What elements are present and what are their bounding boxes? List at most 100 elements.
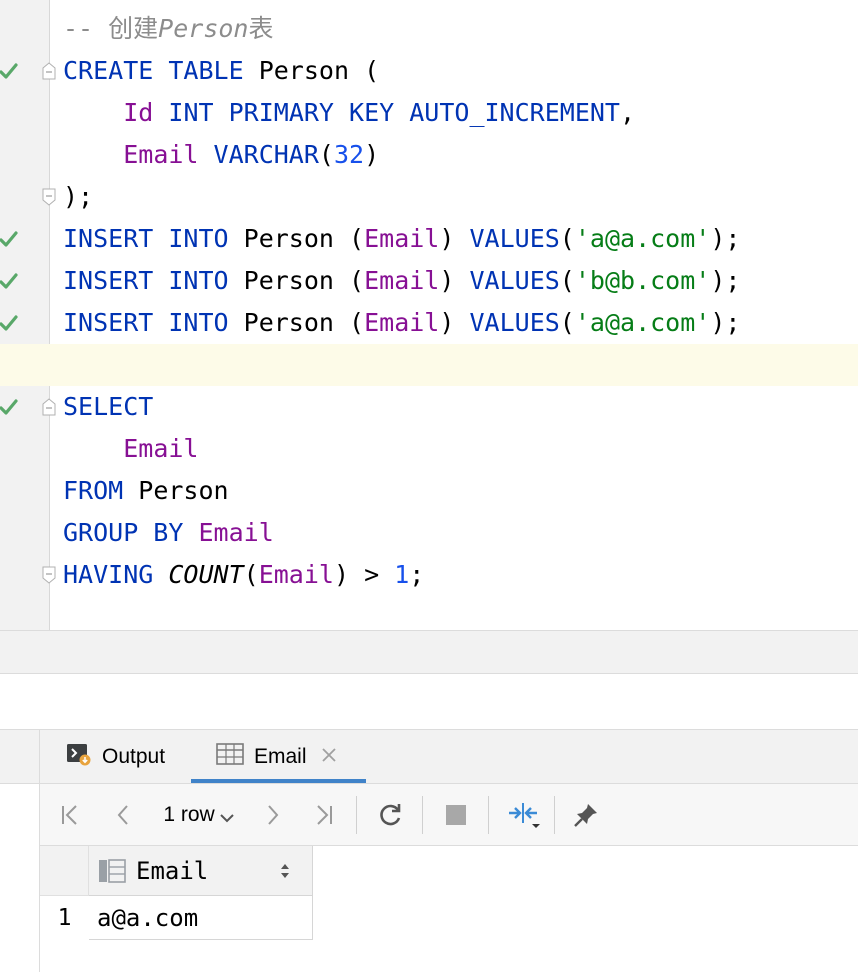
string-literal: 'a@a.com': [574, 224, 711, 253]
sql-keyword: VALUES: [469, 308, 560, 337]
statement-end: );: [63, 182, 94, 211]
code-line[interactable]: HAVING COUNT(Email) > 1;: [0, 554, 858, 596]
sql-keyword: TABLE: [168, 56, 244, 85]
code-line-empty[interactable]: [0, 344, 858, 386]
fold-end-marker-icon[interactable]: [42, 566, 56, 584]
number-literal: 32: [333, 140, 365, 169]
compare-arrows-icon[interactable]: [504, 784, 544, 845]
result-grid[interactable]: Email 1 a@a.com: [40, 846, 858, 972]
active-tab-indicator: [191, 779, 366, 783]
sql-keyword: HAVING: [63, 560, 154, 589]
toolbar-separator: [422, 796, 423, 834]
table-name: Person: [138, 476, 229, 505]
code-line[interactable]: );: [0, 176, 858, 218]
table-name: Person: [258, 56, 350, 85]
first-page-icon[interactable]: [58, 784, 84, 845]
code-line[interactable]: -- 创建Person表: [0, 8, 858, 50]
table-cell[interactable]: a@a.com: [89, 896, 313, 940]
execution-success-check-icon: [0, 273, 18, 289]
code-line[interactable]: Email VARCHAR(32): [0, 134, 858, 176]
sql-keyword: INSERT: [63, 224, 154, 253]
sql-keyword: INSERT: [63, 308, 154, 337]
tab-output-label: Output: [102, 744, 166, 768]
fold-end-marker-icon[interactable]: [42, 188, 56, 206]
sql-type: VARCHAR: [213, 140, 319, 169]
tab-email-label: Email: [254, 744, 307, 768]
toolbar-separator: [356, 796, 357, 834]
column-name: Email: [364, 266, 440, 295]
results-toolbar: 1 row: [40, 784, 858, 846]
row-count-label: 1 row: [163, 802, 215, 826]
table-name: Person: [243, 266, 334, 295]
column-name: Email: [123, 434, 199, 463]
services-tree-pane[interactable]: [0, 730, 40, 972]
toolbar-separator: [488, 796, 489, 834]
sql-keyword: PRIMARY KEY: [228, 98, 395, 127]
chevron-down-icon: [219, 813, 234, 822]
console-output-icon: [66, 742, 92, 772]
code-line[interactable]: SELECT: [0, 386, 858, 428]
column-name: Email: [123, 140, 199, 169]
column-name: Email: [198, 518, 274, 547]
refresh-icon[interactable]: [374, 784, 406, 845]
stop-icon[interactable]: [440, 784, 472, 845]
last-page-icon[interactable]: [310, 784, 336, 845]
next-page-icon[interactable]: [262, 784, 284, 845]
panel-splitter[interactable]: [0, 674, 858, 730]
services-tree-header: [0, 730, 39, 784]
code-line[interactable]: Email: [0, 428, 858, 470]
sql-keyword: INSERT: [63, 266, 154, 295]
results-tab-bar: Output Email: [40, 730, 858, 784]
sort-toggle-icon[interactable]: [279, 861, 291, 886]
fold-marker-icon[interactable]: [42, 62, 56, 80]
number-literal: 1: [394, 560, 410, 589]
string-literal: 'a@a.com': [574, 308, 711, 337]
execution-success-check-icon: [0, 63, 18, 79]
sql-keyword: AUTO_INCREMENT: [409, 98, 620, 127]
sql-keyword: GROUP BY: [63, 518, 184, 547]
code-line[interactable]: Id INT PRIMARY KEY AUTO_INCREMENT,: [0, 92, 858, 134]
string-literal: 'b@b.com': [574, 266, 711, 295]
code-line[interactable]: INSERT INTO Person (Email) VALUES('a@a.c…: [0, 302, 858, 344]
code-line[interactable]: CREATE TABLE Person (: [0, 50, 858, 92]
row-number-header: [40, 846, 89, 896]
toolbar-separator: [554, 796, 555, 834]
fold-marker-icon[interactable]: [42, 398, 56, 416]
tab-output[interactable]: Output: [66, 730, 165, 783]
sql-keyword: FROM: [63, 476, 124, 505]
column-name: Email: [364, 308, 440, 337]
table-grid-icon: [216, 742, 244, 771]
execution-success-check-icon: [0, 399, 18, 415]
code-line[interactable]: INSERT INTO Person (Email) VALUES('a@a.c…: [0, 218, 858, 260]
sql-keyword: INTO: [168, 308, 229, 337]
row-number: 1: [57, 905, 72, 931]
table-name: Person: [243, 224, 334, 253]
sql-keyword: INTO: [168, 224, 229, 253]
column-name: Email: [364, 224, 440, 253]
sql-keyword: VALUES: [469, 224, 560, 253]
code-line[interactable]: INSERT INTO Person (Email) VALUES('b@b.c…: [0, 260, 858, 302]
row-count-dropdown[interactable]: 1 row: [158, 784, 240, 845]
sql-keyword: SELECT: [63, 392, 154, 421]
execution-success-check-icon: [0, 315, 18, 331]
operator: >: [364, 560, 380, 589]
sql-editor[interactable]: -- 创建Person表 CREATE TABLE Person ( Id IN…: [0, 0, 858, 630]
pin-tab-icon[interactable]: [570, 784, 602, 845]
close-tab-icon[interactable]: [321, 745, 337, 769]
sql-comment: -- 创建Person表: [63, 14, 274, 43]
sql-keyword: CREATE: [63, 56, 154, 85]
code-line[interactable]: FROM Person: [0, 470, 858, 512]
column-header-label: Email: [136, 857, 209, 885]
tab-email[interactable]: Email: [216, 730, 337, 783]
column-header-email[interactable]: Email: [89, 846, 313, 896]
column-icon: [98, 859, 126, 888]
code-line[interactable]: GROUP BY Email: [0, 512, 858, 554]
sql-type: INT: [168, 98, 214, 127]
column-name: Id: [123, 98, 154, 127]
previous-page-icon[interactable]: [112, 784, 134, 845]
execution-success-check-icon: [0, 231, 18, 247]
function-name: COUNT: [168, 560, 244, 589]
code-area[interactable]: -- 创建Person表 CREATE TABLE Person ( Id IN…: [0, 8, 858, 596]
editor-bottom-bar: [0, 630, 858, 674]
table-name: Person: [243, 308, 334, 337]
